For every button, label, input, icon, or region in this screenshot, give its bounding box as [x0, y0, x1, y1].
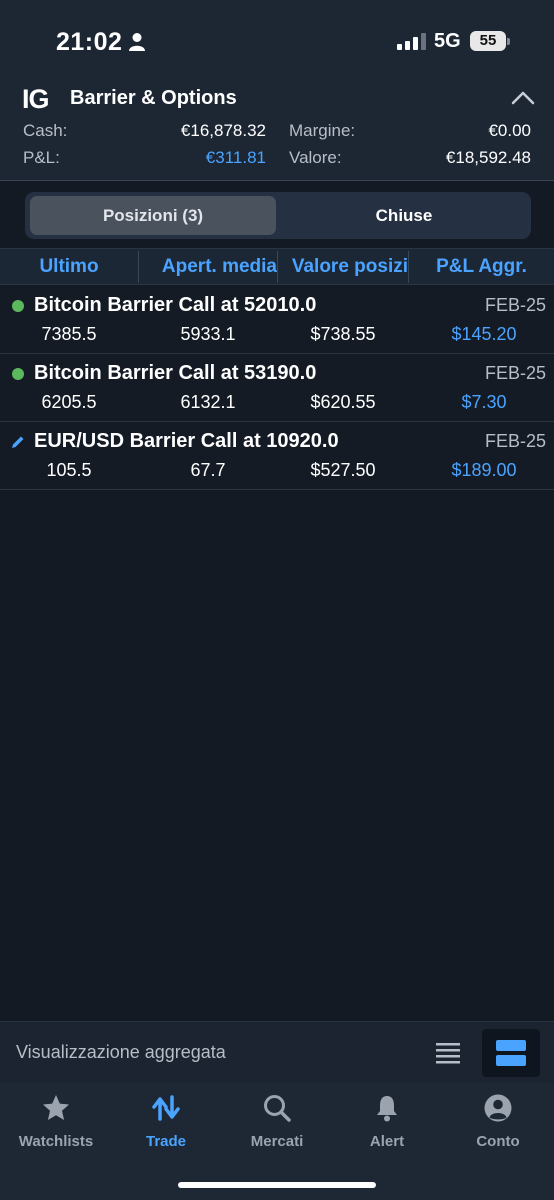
- header-divider: [0, 180, 554, 181]
- aggregated-view-label: Visualizzazione aggregata: [16, 1042, 226, 1062]
- signal-icon: [397, 33, 426, 50]
- position-name: Bitcoin Barrier Call at 53190.0: [34, 362, 317, 384]
- cash-value: €16,878.32: [180, 121, 266, 140]
- card-view-icon: [496, 1040, 526, 1066]
- account-icon: [484, 1094, 512, 1122]
- position-name: Bitcoin Barrier Call at 52010.0: [34, 294, 317, 316]
- status-dot: [12, 368, 24, 380]
- tab-label: Alert: [369, 1133, 405, 1150]
- tab-label: Conto: [476, 1133, 520, 1150]
- position-value: $620.55: [310, 392, 376, 412]
- battery-icon: 55: [470, 31, 510, 51]
- positions-segmented-control: Posizioni (3) Chiuse: [25, 192, 531, 239]
- bell-icon: [377, 1096, 397, 1122]
- tab-trade[interactable]: Trade: [111, 1083, 221, 1163]
- list-view-icon[interactable]: [430, 1036, 466, 1070]
- position-row[interactable]: EUR/USD Barrier Call at 10920.0 FEB-25 1…: [0, 422, 554, 490]
- tab-label: Watchlists: [18, 1133, 94, 1150]
- card-view-button[interactable]: [482, 1029, 540, 1077]
- position-expiry: FEB-25: [484, 295, 546, 315]
- position-last: 105.5: [46, 460, 92, 480]
- margin-label: Margine:: [289, 121, 356, 140]
- tab-account[interactable]: Conto: [443, 1083, 553, 1163]
- tab-watchlists[interactable]: Watchlists: [1, 1083, 111, 1163]
- position-avg-open: 6132.1: [180, 392, 236, 412]
- position-expiry: FEB-25: [484, 363, 546, 383]
- position-expiry: FEB-25: [484, 431, 546, 451]
- position-avg-open: 5933.1: [180, 324, 236, 344]
- tab-closed-positions[interactable]: Chiuse: [281, 196, 527, 235]
- pl-value: €311.81: [205, 148, 266, 167]
- position-value: $527.50: [310, 460, 376, 480]
- tab-markets[interactable]: Mercati: [222, 1083, 332, 1163]
- pl-label: P&L:: [23, 148, 60, 167]
- position-value: $738.55: [310, 324, 376, 344]
- position-last: 7385.5: [41, 324, 97, 344]
- star-icon: [43, 1095, 69, 1120]
- column-position-value[interactable]: Valore posizi: [278, 249, 408, 285]
- pencil-icon: [12, 436, 24, 448]
- cash-label: Cash:: [23, 121, 68, 140]
- tab-label: Mercati: [250, 1133, 304, 1150]
- position-pl: $145.20: [451, 324, 517, 344]
- position-last: 6205.5: [41, 392, 97, 412]
- position-pl: $7.30: [461, 392, 507, 412]
- page-title: Barrier & Options: [70, 87, 237, 109]
- status-time: 21:02: [56, 28, 123, 56]
- home-indicator: [178, 1182, 376, 1188]
- value-label: Valore:: [289, 148, 342, 167]
- position-pl: $189.00: [451, 460, 517, 480]
- tab-label: Trade: [145, 1133, 187, 1150]
- tab-alert[interactable]: Alert: [332, 1083, 442, 1163]
- person-icon: [129, 33, 145, 51]
- search-icon: [264, 1095, 291, 1122]
- position-name: EUR/USD Barrier Call at 10920.0: [34, 430, 339, 452]
- column-pl-aggregate[interactable]: P&L Aggr.: [409, 249, 554, 285]
- tab-open-positions[interactable]: Posizioni (3): [30, 196, 276, 235]
- network-label: 5G: [434, 30, 461, 52]
- position-avg-open: 67.7: [190, 460, 226, 480]
- aggregated-view-bar: Visualizzazione aggregata: [0, 1021, 554, 1083]
- status-bar: 21:02 5G 55: [0, 0, 554, 80]
- position-row[interactable]: Bitcoin Barrier Call at 52010.0 FEB-25 7…: [0, 286, 554, 354]
- trade-arrows-icon: [152, 1095, 180, 1121]
- portfolio-value: €18,592.48: [445, 148, 531, 167]
- column-last[interactable]: Ultimo: [0, 249, 138, 285]
- ig-logo: IG: [22, 84, 49, 114]
- margin-value: €0.00: [488, 121, 531, 140]
- status-dot: [12, 300, 24, 312]
- chevron-up-icon[interactable]: [508, 86, 538, 110]
- position-row[interactable]: Bitcoin Barrier Call at 53190.0 FEB-25 6…: [0, 354, 554, 422]
- column-avg-open[interactable]: Apert. media: [139, 249, 277, 285]
- column-headers: Ultimo Apert. media Valore posizi P&L Ag…: [0, 248, 554, 285]
